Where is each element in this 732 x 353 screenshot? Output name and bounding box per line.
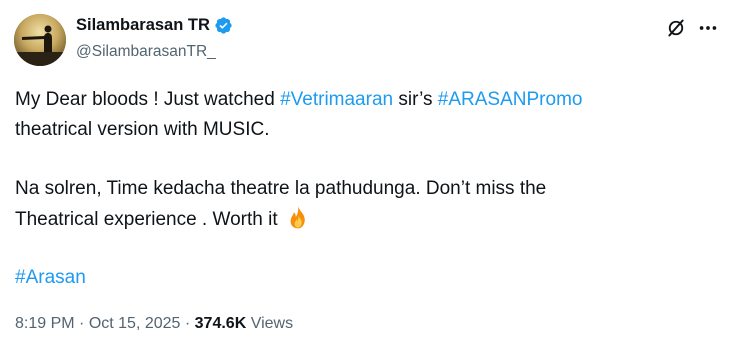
tweet-text-segment: My Dear bloods ! Just watched bbox=[15, 89, 281, 110]
more-icon[interactable] bbox=[697, 18, 719, 38]
tweet-line-4: Theatrical experience . Worth it bbox=[15, 204, 311, 235]
tweet-text-segment: Theatrical experience . Worth it bbox=[15, 209, 278, 230]
tweet-line-1: My Dear bloods ! Just watched #Vetrimaar… bbox=[15, 85, 582, 115]
tweet-meta: 8:19 PM · Oct 15, 2025 · 374.6K Views bbox=[15, 315, 293, 333]
views-count[interactable]: 374.6K bbox=[195, 315, 247, 332]
hashtag-arasan[interactable]: #Arasan bbox=[15, 267, 86, 288]
hashtag-arasanpromo[interactable]: #ARASANPromo bbox=[438, 89, 583, 110]
meta-separator: · bbox=[180, 315, 195, 332]
tweet-text-segment: sir’s bbox=[393, 89, 438, 110]
avatar-image bbox=[14, 14, 66, 66]
hashtag-vetrimaaran[interactable]: #Vetrimaaran bbox=[280, 89, 393, 110]
avatar[interactable] bbox=[14, 14, 66, 66]
author-name-row: Silambarasan TR bbox=[76, 16, 233, 35]
grok-icon[interactable] bbox=[666, 18, 686, 38]
display-name[interactable]: Silambarasan TR bbox=[76, 16, 210, 35]
tweet-line-3: Na solren, Time kedacha theatre la pathu… bbox=[15, 178, 547, 199]
views-label: Views bbox=[246, 315, 294, 332]
fire-emoji-icon bbox=[290, 205, 305, 229]
handle[interactable]: @SilambarasanTR_ bbox=[76, 43, 216, 61]
meta-separator: · bbox=[74, 315, 89, 332]
tweet-date[interactable]: Oct 15, 2025 bbox=[89, 315, 181, 332]
verified-badge-icon[interactable] bbox=[214, 16, 233, 35]
tweet-time[interactable]: 8:19 PM bbox=[15, 315, 75, 332]
tweet-line-2: theatrical version with MUSIC. bbox=[15, 119, 270, 140]
tweet-line-5: #Arasan bbox=[15, 263, 86, 293]
